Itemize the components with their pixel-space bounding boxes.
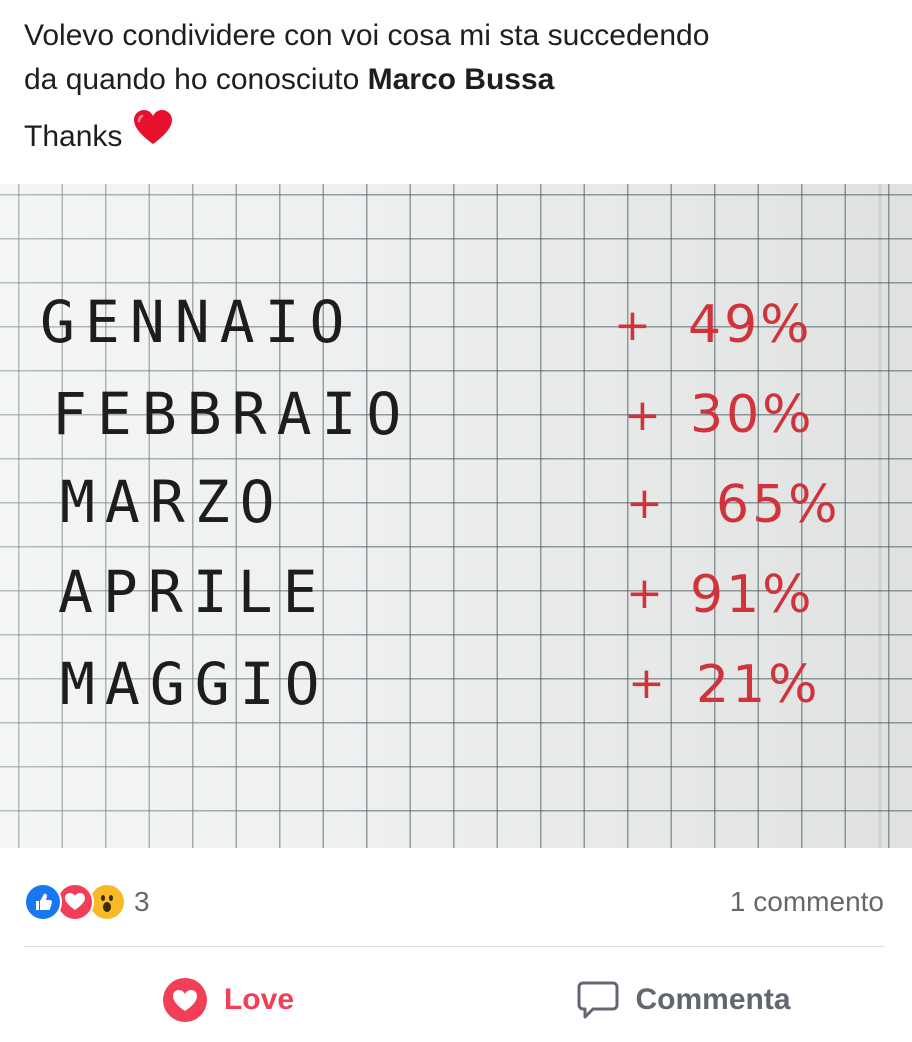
plus-aprile: + bbox=[626, 568, 663, 619]
action-bar: Love Commenta bbox=[0, 962, 912, 1038]
month-aprile: APRILE bbox=[58, 558, 328, 626]
reaction-summary[interactable]: 3 bbox=[24, 883, 150, 921]
comment-icon bbox=[577, 980, 619, 1020]
reactions-bar: 3 1 commento bbox=[24, 876, 884, 928]
month-febbraio: FEBBRAIO bbox=[52, 380, 411, 448]
thanks-line: Thanks bbox=[24, 110, 894, 159]
red-heart-emoji-icon bbox=[133, 110, 172, 144]
comment-button-label: Commenta bbox=[635, 983, 791, 1016]
love-reaction-icon bbox=[162, 977, 208, 1023]
plus-febbraio: + bbox=[624, 390, 661, 441]
percent-aprile: 91% bbox=[690, 565, 815, 625]
percent-febbraio: 30% bbox=[690, 385, 815, 445]
post-photo[interactable]: GENNAIO FEBBRAIO MARZO APRILE MAGGIO + +… bbox=[0, 184, 912, 848]
handwritten-note: GENNAIO FEBBRAIO MARZO APRILE MAGGIO + +… bbox=[40, 184, 882, 848]
comment-count-link[interactable]: 1 commento bbox=[730, 886, 884, 918]
plus-maggio: + bbox=[628, 658, 665, 709]
reaction-count: 3 bbox=[134, 886, 150, 917]
plus-gennaio: + bbox=[614, 300, 651, 351]
post-text-line-1: Volevo condividere con voi cosa mi sta s… bbox=[24, 19, 710, 52]
comment-button[interactable]: Commenta bbox=[456, 962, 912, 1038]
divider bbox=[24, 946, 884, 947]
love-button[interactable]: Love bbox=[0, 962, 456, 1038]
post-text: Volevo condividere con voi cosa mi sta s… bbox=[24, 14, 894, 159]
post-text-prefix: da quando ho conosciuto bbox=[24, 63, 368, 96]
love-button-label: Love bbox=[223, 983, 295, 1016]
plus-marzo: + bbox=[626, 478, 663, 529]
thanks-text: Thanks bbox=[24, 120, 123, 153]
month-maggio: MAGGIO bbox=[60, 650, 330, 718]
like-icon bbox=[24, 883, 62, 921]
month-marzo: MARZO bbox=[60, 468, 285, 536]
percent-marzo: 65% bbox=[716, 475, 841, 535]
mention-link[interactable]: Marco Bussa bbox=[368, 63, 555, 96]
month-gennaio: GENNAIO bbox=[40, 288, 354, 356]
percent-gennaio: 49% bbox=[688, 295, 813, 355]
post-text-line-2: da quando ho conosciuto Marco Bussa bbox=[24, 58, 894, 102]
percent-maggio: 21% bbox=[696, 655, 821, 715]
